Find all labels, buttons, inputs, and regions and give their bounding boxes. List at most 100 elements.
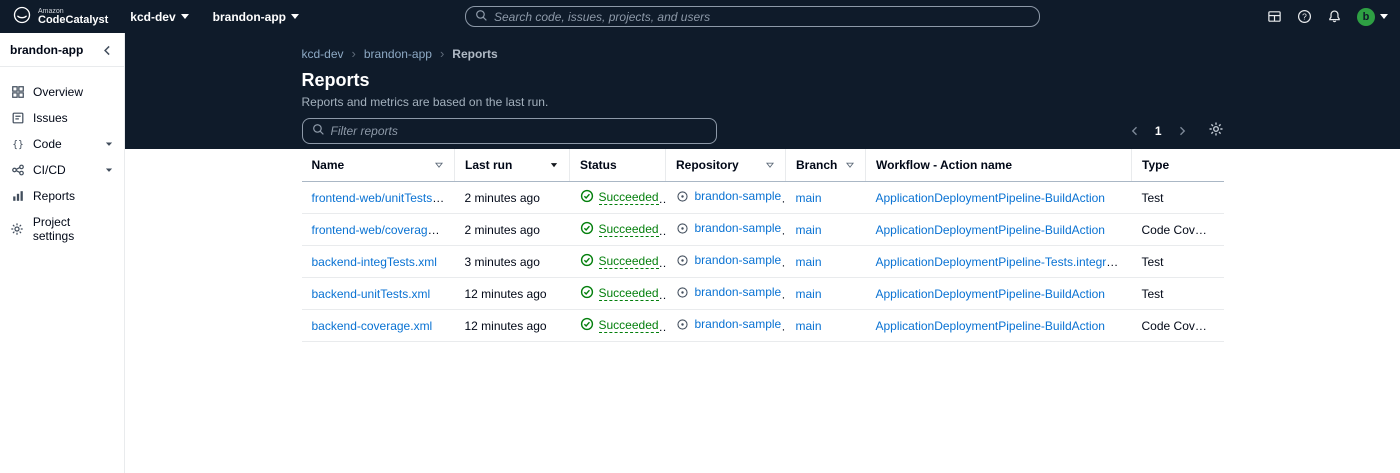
cell-last-run: 2 minutes ago xyxy=(454,181,570,214)
cell-type: Test xyxy=(1131,245,1224,278)
search-icon xyxy=(312,123,325,139)
report-name-link[interactable]: backend-coverage.xml xyxy=(312,319,433,333)
brand-line2: CodeCatalyst xyxy=(38,13,109,26)
table-row: frontend-web/unitTests.xml 2 minutes ago… xyxy=(301,181,1224,214)
bell-icon[interactable] xyxy=(1327,9,1342,24)
workflow-action-link[interactable]: ApplicationDeploymentPipeline-Tests.inte… xyxy=(876,255,1132,269)
repository-link[interactable]: brandon-sample xyxy=(695,317,782,331)
cell-last-run: 12 minutes ago xyxy=(454,309,570,342)
repository-icon xyxy=(676,318,689,331)
column-header-status: Status xyxy=(569,149,666,182)
caret-down-icon xyxy=(1380,14,1388,19)
column-header-branch[interactable]: Branch xyxy=(785,149,866,182)
search-input[interactable] xyxy=(494,9,1030,24)
user-menu[interactable]: b xyxy=(1357,7,1388,26)
gear-icon xyxy=(10,222,25,236)
filter-reports-input[interactable] xyxy=(330,124,707,138)
workflow-action-link[interactable]: ApplicationDeploymentPipeline-BuildActio… xyxy=(876,223,1105,237)
sidebar-item-label: CI/CD xyxy=(33,163,66,177)
column-header-repository[interactable]: Repository xyxy=(665,149,786,182)
app-window: Amazon CodeCatalyst kcd-dev brandon-app … xyxy=(0,0,1400,473)
project-menu[interactable]: brandon-app xyxy=(213,10,299,24)
apps-grid-icon[interactable] xyxy=(1267,9,1282,24)
branch-link[interactable]: main xyxy=(796,287,822,301)
workflow-action-link[interactable]: ApplicationDeploymentPipeline-BuildActio… xyxy=(876,319,1105,333)
cell-type: Code Coverage xyxy=(1131,309,1224,342)
sidebar-project-name: brandon-app xyxy=(10,43,84,57)
svg-text:?: ? xyxy=(1302,12,1307,22)
sidebar-item-label: Reports xyxy=(33,189,76,203)
status-badge[interactable]: Succeeded xyxy=(598,318,659,333)
filter-box xyxy=(301,118,717,144)
reports-chart-icon xyxy=(10,189,25,203)
report-name-link[interactable]: backend-integTests.xml xyxy=(312,255,437,269)
sidebar-item-overview[interactable]: Overview xyxy=(0,79,124,105)
home-link[interactable]: Amazon CodeCatalyst xyxy=(12,5,108,28)
cell-name: backend-unitTests.xml xyxy=(301,277,455,310)
project-menu-label: brandon-app xyxy=(212,9,286,24)
workflow-action-link[interactable]: ApplicationDeploymentPipeline-BuildActio… xyxy=(876,191,1105,205)
cell-name: frontend-web/coverage/clov... xyxy=(301,213,455,246)
status-badge[interactable]: Succeeded xyxy=(598,286,659,301)
workflow-action-link[interactable]: ApplicationDeploymentPipeline-BuildActio… xyxy=(876,287,1105,301)
cell-repository: brandon-sample xyxy=(665,213,786,246)
cell-name: frontend-web/unitTests.xml xyxy=(301,181,455,214)
sidebar-divider xyxy=(0,66,124,67)
space-menu[interactable]: kcd-dev xyxy=(130,9,189,24)
check-circle-icon xyxy=(580,317,594,334)
sidebar-item-code[interactable]: {} Code xyxy=(0,131,124,157)
status-badge[interactable]: Succeeded xyxy=(598,254,659,269)
sidebar-header: brandon-app xyxy=(0,33,124,66)
cell-name: backend-integTests.xml xyxy=(301,245,455,278)
search-icon xyxy=(475,9,488,25)
sidebar-item-project-settings[interactable]: Project settings xyxy=(0,209,124,249)
sidebar-item-issues[interactable]: Issues xyxy=(0,105,124,131)
repository-link[interactable]: brandon-sample xyxy=(695,189,782,203)
page-header-panel: kcd-dev brandon-app Reports Reports Repo… xyxy=(125,33,1400,149)
report-name-link[interactable]: backend-unitTests.xml xyxy=(312,287,431,301)
table-row: backend-integTests.xml 3 minutes ago Suc… xyxy=(301,245,1224,278)
sort-caret-icon xyxy=(765,160,775,170)
sidebar-item-label: Issues xyxy=(33,111,68,125)
breadcrumb-space-link[interactable]: kcd-dev xyxy=(302,47,344,61)
report-name-link[interactable]: frontend-web/unitTests.xml xyxy=(312,191,455,205)
cell-branch: main xyxy=(785,213,866,246)
table-header-row: Name Last run Status Repository Branch W… xyxy=(301,149,1224,182)
issues-icon xyxy=(10,111,25,125)
check-circle-icon xyxy=(580,285,594,302)
page-subtitle: Reports and metrics are based on the las… xyxy=(301,95,549,109)
caret-down-icon xyxy=(180,14,189,19)
space-menu-label: kcd-dev xyxy=(130,9,176,24)
breadcrumb-project-link[interactable]: brandon-app xyxy=(364,47,432,61)
help-icon[interactable]: ? xyxy=(1297,9,1312,24)
codecatalyst-logo-icon xyxy=(12,5,32,28)
repository-link[interactable]: brandon-sample xyxy=(695,221,782,235)
column-header-last-run[interactable]: Last run xyxy=(454,149,570,182)
branch-link[interactable]: main xyxy=(796,319,822,333)
branch-link[interactable]: main xyxy=(796,223,822,237)
column-header-name[interactable]: Name xyxy=(301,149,455,182)
pagination-next-button[interactable] xyxy=(1174,123,1190,139)
caret-down-icon[interactable] xyxy=(104,165,114,175)
avatar[interactable]: b xyxy=(1357,7,1375,26)
cell-workflow: ApplicationDeploymentPipeline-BuildActio… xyxy=(865,277,1132,310)
pagination-prev-button[interactable] xyxy=(1127,123,1143,139)
report-name-link[interactable]: frontend-web/coverage/clov... xyxy=(312,223,455,237)
sidebar-item-reports[interactable]: Reports xyxy=(0,183,124,209)
table-settings-gear-icon[interactable] xyxy=(1208,121,1224,141)
sidebar-collapse-button[interactable] xyxy=(101,44,114,57)
table-row: backend-unitTests.xml 12 minutes ago Suc… xyxy=(301,277,1224,310)
branch-link[interactable]: main xyxy=(796,255,822,269)
pagination-page-number[interactable]: 1 xyxy=(1151,124,1166,138)
repository-icon xyxy=(676,222,689,235)
sidebar-item-cicd[interactable]: CI/CD xyxy=(0,157,124,183)
cell-status: Succeeded xyxy=(569,309,666,342)
branch-link[interactable]: main xyxy=(796,191,822,205)
caret-down-icon[interactable] xyxy=(104,139,114,149)
repository-link[interactable]: brandon-sample xyxy=(695,285,782,299)
cell-status: Succeeded xyxy=(569,181,666,214)
status-badge[interactable]: Succeeded xyxy=(598,222,659,237)
status-badge[interactable]: Succeeded xyxy=(598,190,659,205)
check-circle-icon xyxy=(580,221,594,238)
repository-link[interactable]: brandon-sample xyxy=(695,253,782,267)
